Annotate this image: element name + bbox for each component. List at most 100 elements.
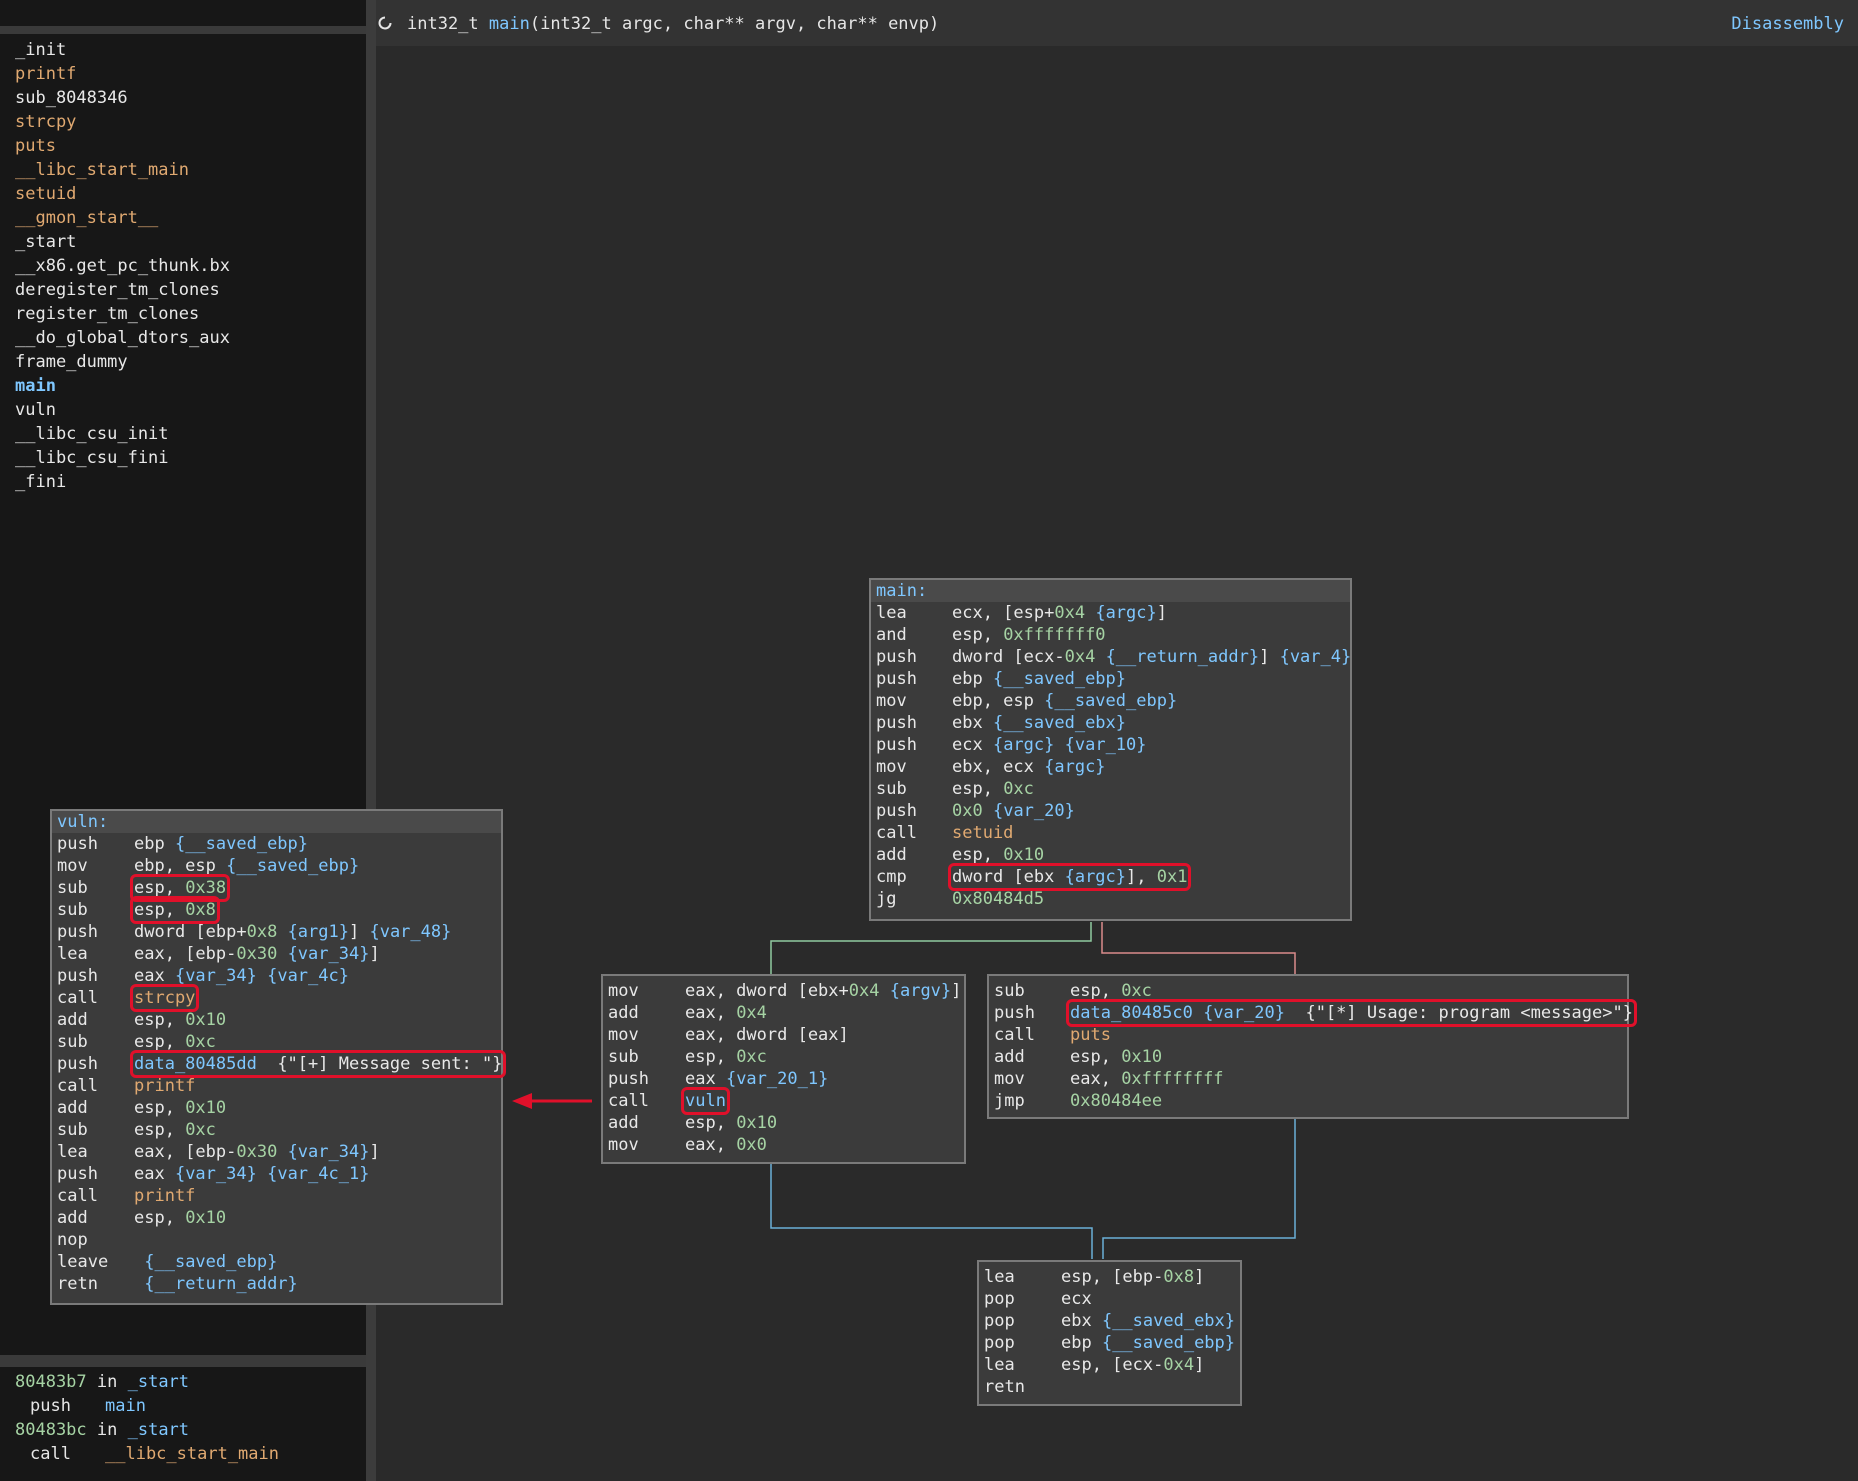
block-true-branch[interactable]: mov eax, dword [ebx+0x4 {argv}] add eax, 0x… [601,974,966,1164]
xref-instruction[interactable]: call __libc_start_main [15,1442,355,1466]
instruction-line[interactable]: mov eax, 0x0 [603,1134,964,1156]
block-epilogue[interactable]: lea esp, [ebp-0x8] pop ecx pop ebx {__saved_e… [977,1260,1242,1406]
instruction-line[interactable]: and esp, 0xfffffff0 [871,624,1350,646]
instruction-line[interactable]: push eax {var_20_1} [603,1068,964,1090]
function-list-item[interactable]: __gmon_start__ [15,206,355,230]
instruction-line[interactable]: lea eax, [ebp-0x30 {var_34}] [52,943,501,965]
operand-variable[interactable]: {__saved_ebp} [144,1252,277,1272]
operand-variable[interactable]: {__saved_ebx} [1102,1311,1235,1331]
instruction-line[interactable]: nop [52,1229,501,1251]
instruction-line[interactable]: push data_80485dd {"[+] Message sent: "} [52,1050,507,1078]
function-list-item[interactable]: _fini [15,470,355,494]
operand-variable[interactable]: {var_4c} [267,966,349,986]
instruction-line[interactable]: pop ecx [979,1288,1240,1310]
instruction-line[interactable]: sub esp, 0x8 [52,896,501,924]
instruction-line[interactable]: call vuln [603,1087,964,1115]
function-list-item[interactable]: _start [15,230,355,254]
operand-data-ref[interactable]: data_80485c0 [1070,1003,1193,1023]
function-list-item[interactable]: setuid [15,182,355,206]
instruction-line[interactable]: mov eax, dword [ebx+0x4 {argv}] [603,980,964,1002]
instruction-line[interactable]: call printf [52,1075,501,1097]
instruction-line[interactable]: mov ebx, ecx {argc} [871,756,1350,778]
instruction-line[interactable]: sub esp, 0xc [989,980,1627,1002]
view-type-label[interactable]: Disassembly [1731,12,1844,36]
instruction-line[interactable]: sub esp, 0xc [52,1031,501,1053]
function-list-item[interactable]: __libc_start_main [15,158,355,182]
block-false-branch[interactable]: sub esp, 0xc push data_80485c0 {var_20} {"[… [987,974,1637,1119]
operand-variable[interactable]: {__saved_ebp} [993,669,1126,689]
instruction-line[interactable]: sub esp, 0x38 [52,874,501,902]
operand-variable[interactable]: {var_20_1} [726,1069,828,1089]
operand-data-ref[interactable]: data_80485dd [134,1054,257,1074]
operand-variable[interactable]: {__saved_ebp} [1102,1333,1235,1353]
instruction-line[interactable]: leave {__saved_ebp} [52,1251,501,1273]
operand-variable[interactable]: {__saved_ebp} [226,856,359,876]
instruction-line[interactable]: push ebp {__saved_ebp} [871,668,1350,690]
function-list-item[interactable]: _init [15,38,355,62]
operand-variable[interactable]: {argc} [1044,757,1105,777]
instruction-line[interactable]: lea ecx, [esp+0x4 {argc}] [871,602,1350,624]
sidebar-splitter[interactable] [0,1355,366,1367]
instruction-line[interactable]: lea eax, [ebp-0x30 {var_34}] [52,1141,501,1163]
instruction-line[interactable]: cmp dword [ebx {argc}], 0x1 [871,863,1350,891]
operand-symbol[interactable]: setuid [952,823,1013,843]
function-list-item[interactable]: register_tm_clones [15,302,355,326]
instruction-line[interactable]: pop ebx {__saved_ebx} [979,1310,1240,1332]
function-list-item[interactable]: frame_dummy [15,350,355,374]
instruction-line[interactable]: call setuid [871,822,1350,844]
function-list-item[interactable]: sub_8048346 [15,86,355,110]
instruction-line[interactable]: push ebp {__saved_ebp} [52,833,501,855]
instruction-line[interactable]: add esp, 0x10 [989,1046,1627,1068]
instruction-line[interactable]: jmp 0x80484ee [989,1090,1627,1112]
function-list-item[interactable]: vuln [15,398,355,422]
function-list-item[interactable]: __do_global_dtors_aux [15,326,355,350]
operand-variable[interactable]: {argc} [993,735,1054,755]
sidebar-separator[interactable] [0,26,366,34]
instruction-line[interactable]: lea esp, [ecx-0x4] [979,1354,1240,1376]
instruction-line[interactable]: add esp, 0x10 [52,1009,501,1031]
operand-variable[interactable]: {argv} [890,981,951,1001]
instruction-line[interactable]: add esp, 0x10 [871,844,1350,866]
operand-variable[interactable]: {__saved_ebx} [993,713,1126,733]
operand-variable[interactable]: {argc} [1095,603,1156,623]
operand-variable[interactable]: {var_34} [175,1164,257,1184]
function-list-item[interactable]: strcpy [15,110,355,134]
instruction-line[interactable]: call printf [52,1185,501,1207]
instruction-line[interactable]: jg 0x80484d5 [871,888,1350,910]
xref-location[interactable]: 80483bc in _start [15,1418,355,1442]
instruction-line[interactable]: push 0x0 {var_20} [871,800,1350,822]
function-list-item[interactable]: __libc_csu_fini [15,446,355,470]
instruction-line[interactable]: retn {__return_addr} [52,1273,501,1295]
operand-symbol[interactable]: printf [134,1186,195,1206]
instruction-line[interactable]: pop ebp {__saved_ebp} [979,1332,1240,1354]
instruction-line[interactable]: push data_80485c0 {var_20} {"[*] Usage: p… [989,999,1637,1027]
instruction-line[interactable]: push eax {var_34} {var_4c} [52,965,501,987]
operand-variable[interactable]: {__saved_ebp} [175,834,308,854]
operand-variable[interactable]: {var_4} [1280,647,1352,667]
block-main[interactable]: main: lea ecx, [esp+0x4 {argc}] and esp, 0x… [869,578,1352,921]
instruction-line[interactable]: add esp, 0x10 [603,1112,964,1134]
block-vuln[interactable]: vuln: push ebp {__saved_ebp} mov ebp, esp {… [50,809,507,1305]
instruction-line[interactable]: call strcpy [52,984,501,1012]
operand-variable[interactable]: {__saved_ebp} [1044,691,1177,711]
operand-variable[interactable]: {var_34} [288,944,370,964]
operand-variable[interactable]: {__return_addr} [144,1274,298,1294]
operand-symbol[interactable]: puts [1070,1025,1111,1045]
instruction-line[interactable]: mov ebp, esp {__saved_ebp} [52,855,501,877]
instruction-line[interactable]: retn [979,1376,1240,1398]
instruction-line[interactable]: add esp, 0x10 [52,1207,501,1229]
operand-variable[interactable]: {var_4c_1} [267,1164,369,1184]
signature-function-name[interactable]: main [489,14,530,34]
operand-variable[interactable]: {argc} [1065,867,1126,887]
xref-instruction[interactable]: push main [15,1394,355,1418]
instruction-line[interactable]: push ecx {argc} {var_10} [871,734,1350,756]
refresh-icon[interactable] [378,16,392,30]
operand-variable[interactable]: {var_34} [175,966,257,986]
instruction-line[interactable]: add eax, 0x4 [603,1002,964,1024]
instruction-line[interactable]: push dword [ebp+0x8 {arg1}] {var_48} [52,921,501,943]
instruction-line[interactable]: mov eax, dword [eax] [603,1024,964,1046]
instruction-line[interactable]: sub esp, 0xc [871,778,1350,800]
instruction-line[interactable]: mov ebp, esp {__saved_ebp} [871,690,1350,712]
operand-variable[interactable]: vuln [685,1091,726,1111]
instruction-line[interactable]: sub esp, 0xc [52,1119,501,1141]
